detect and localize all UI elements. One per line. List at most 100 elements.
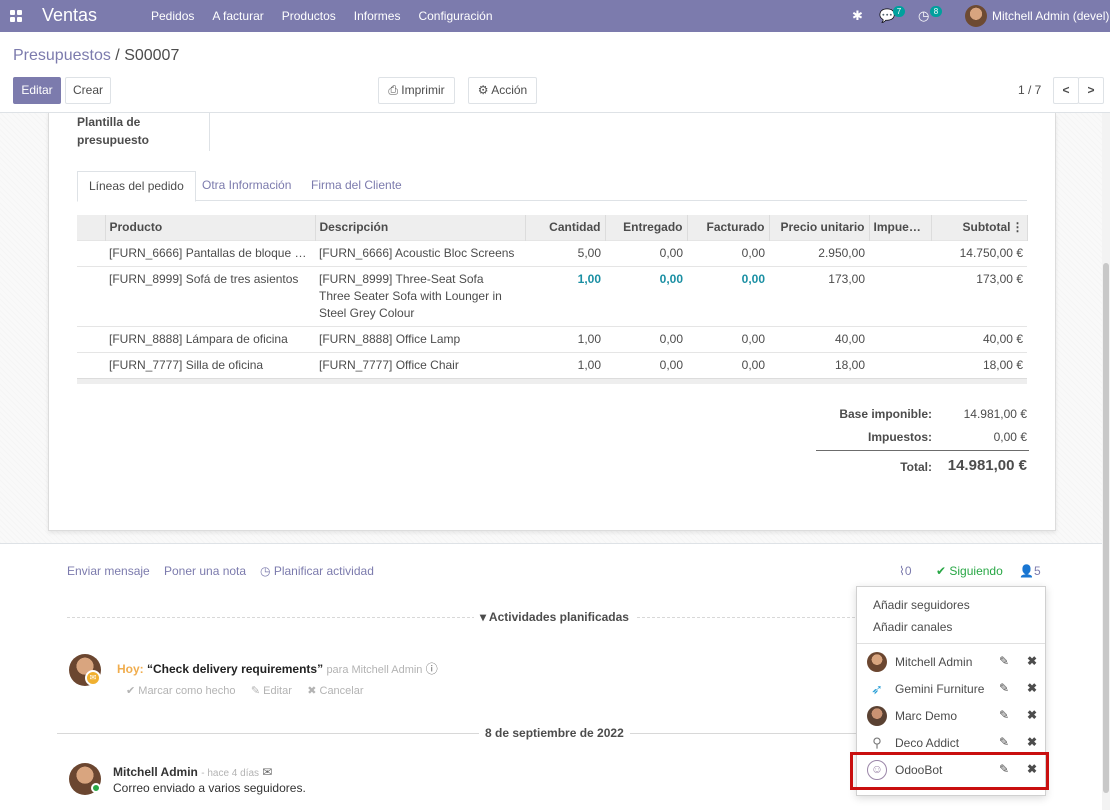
follower-item[interactable]: Mitchell Admin ✎ ✖ [867,651,1037,673]
tab-other-info[interactable]: Otra Información [191,171,302,202]
print-button[interactable]: ⎙ Imprimir [378,77,455,104]
send-message-button[interactable]: Enviar mensaje [67,564,150,578]
menu-item-a-facturar[interactable]: A facturar [212,9,263,23]
cell-price[interactable]: 18,00 [769,351,869,378]
follower-item[interactable]: ➶ Gemini Furniture ✎ ✖ [867,678,1037,700]
cell-qty[interactable]: 5,00 [525,239,605,266]
cell-taxes[interactable] [869,351,931,378]
remove-icon[interactable]: ✖ [1027,681,1037,695]
pencil-icon[interactable]: ✎ [999,654,1009,668]
pencil-icon[interactable]: ✎ [999,735,1009,749]
tab-customer-signature[interactable]: Firma del Cliente [300,171,413,202]
activity-cancel-button[interactable]: ✖ Cancelar [307,685,363,697]
scrollbar-thumb[interactable] [1103,263,1109,793]
pager-next-button[interactable]: > [1078,77,1104,104]
table-row[interactable]: [FURN_8999] Sofá de tres asientos [FURN_… [77,265,1027,326]
action-button[interactable]: ⚙ Acción [468,77,537,104]
menu-item-productos[interactable]: Productos [282,9,336,23]
cell-product[interactable]: [FURN_6666] Pantallas de bloque ac… [105,239,315,266]
column-header[interactable]: Descripción [315,215,526,240]
tax-value: 0,00 € [993,430,1027,444]
subtotal-header-label: Subtotal [962,220,1011,235]
activity-edit-button[interactable]: ✎ Editar [251,685,292,697]
optional-columns-icon[interactable]: ⋮ [1012,220,1024,234]
message-author[interactable]: Mitchell Admin [113,765,198,779]
order-lines-table: Producto Descripción Cantidad Entregado … [77,215,1028,384]
follower-item[interactable]: Marc Demo ✎ ✖ [867,705,1037,727]
cell-delivered[interactable]: 0,00 [605,325,687,352]
user-avatar[interactable] [965,5,987,27]
cell-qty[interactable]: 1,00 [525,325,605,352]
cell-price[interactable]: 2.950,00 [769,239,869,266]
menu-item-pedidos[interactable]: Pedidos [151,9,194,23]
cell-qty[interactable]: 1,00 [525,265,605,326]
user-menu[interactable]: Mitchell Admin (devel) [992,9,1109,23]
cell-taxes[interactable] [869,325,931,352]
info-icon[interactable]: ⓘ [426,662,438,676]
cell-product[interactable]: [FURN_8888] Lámpara de oficina [105,325,315,352]
print-label: Imprimir [401,83,445,97]
edit-button[interactable]: Editar [13,77,61,104]
remove-icon[interactable]: ✖ [1027,708,1037,722]
create-button[interactable]: Crear [65,77,111,104]
cell-product[interactable]: [FURN_7777] Silla de oficina [105,351,315,378]
table-row[interactable]: [FURN_8888] Lámpara de oficina [FURN_888… [77,325,1027,352]
breadcrumb-presupuestos[interactable]: Presupuestos [13,47,111,64]
schedule-activity-button[interactable]: ◷ Planificar actividad [260,564,374,578]
activities-clock-icon[interactable]: ◷ [918,8,929,24]
app-name[interactable]: Ventas [42,5,97,26]
cell-product[interactable]: [FURN_8999] Sofá de tres asientos [105,265,315,326]
cell-description[interactable]: [FURN_8999] Three-Seat Sofa Three Seater… [315,265,525,326]
column-header[interactable]: Subtotal ⋮ [931,215,1028,240]
column-header[interactable]: Cantidad [525,215,606,240]
column-header[interactable]: Producto [105,215,316,240]
cell-delivered[interactable]: 0,00 [605,239,687,266]
envelope-icon[interactable]: ✉ [262,765,272,779]
column-header[interactable]: Facturado [687,215,770,240]
cell-taxes[interactable] [869,239,931,266]
cell-delivered[interactable]: 0,00 [605,351,687,378]
remove-icon[interactable]: ✖ [1027,654,1037,668]
menu-item-configuracion[interactable]: Configuración [418,9,492,23]
follower-name[interactable]: Gemini Furniture [895,682,984,696]
follower-name[interactable]: Marc Demo [895,709,957,723]
cell-price[interactable]: 40,00 [769,325,869,352]
mark-done-button[interactable]: ✔ Marcar como hecho [126,685,236,697]
follower-name[interactable]: Deco Addict [895,736,959,750]
pager-value[interactable]: 1 / 7 [1018,83,1041,97]
cell-taxes[interactable] [869,265,931,326]
follower-name[interactable]: Mitchell Admin [895,655,972,669]
add-followers-item[interactable]: Añadir seguidores [873,598,970,612]
pencil-icon[interactable]: ✎ [999,708,1009,722]
tab-order-lines[interactable]: Líneas del pedido [77,171,196,202]
table-row[interactable]: [FURN_6666] Pantallas de bloque ac… [FUR… [77,239,1027,266]
cell-description[interactable]: [FURN_8888] Office Lamp [315,325,525,352]
attachments-button[interactable]: ⌇0 [899,564,912,578]
apps-menu-icon[interactable] [10,10,22,22]
log-note-button[interactable]: Poner una nota [164,564,246,578]
followers-button[interactable]: 👤5 [1019,564,1041,578]
column-header[interactable]: Entregado [605,215,688,240]
cell-price[interactable]: 173,00 [769,265,869,326]
add-channels-item[interactable]: Añadir canales [873,620,952,634]
pager-prev-button[interactable]: < [1053,77,1079,104]
cell-invoiced[interactable]: 0,00 [687,325,769,352]
following-button[interactable]: ✔ Siguiendo [936,564,1003,578]
pencil-icon[interactable]: ✎ [999,681,1009,695]
cell-description[interactable]: [FURN_6666] Acoustic Bloc Screens [315,239,525,266]
menu-item-informes[interactable]: Informes [354,9,401,23]
cell-invoiced[interactable]: 0,00 [687,265,769,326]
cell-description[interactable]: [FURN_7777] Office Chair [315,351,525,378]
cell-invoiced[interactable]: 0,00 [687,239,769,266]
debug-bug-icon[interactable]: ✱ [852,8,863,24]
follower-item[interactable]: ⚲ Deco Addict ✎ ✖ [867,732,1037,754]
column-header[interactable]: Precio unitario [769,215,870,240]
remove-icon[interactable]: ✖ [1027,735,1037,749]
activities-title[interactable]: ▾ Actividades planificadas [474,610,635,624]
column-header[interactable]: Impuest… [869,215,932,240]
cell-qty[interactable]: 1,00 [525,351,605,378]
scrollbar[interactable] [1102,113,1110,810]
cell-invoiced[interactable]: 0,00 [687,351,769,378]
table-row[interactable]: [FURN_7777] Silla de oficina [FURN_7777]… [77,351,1027,378]
cell-delivered[interactable]: 0,00 [605,265,687,326]
